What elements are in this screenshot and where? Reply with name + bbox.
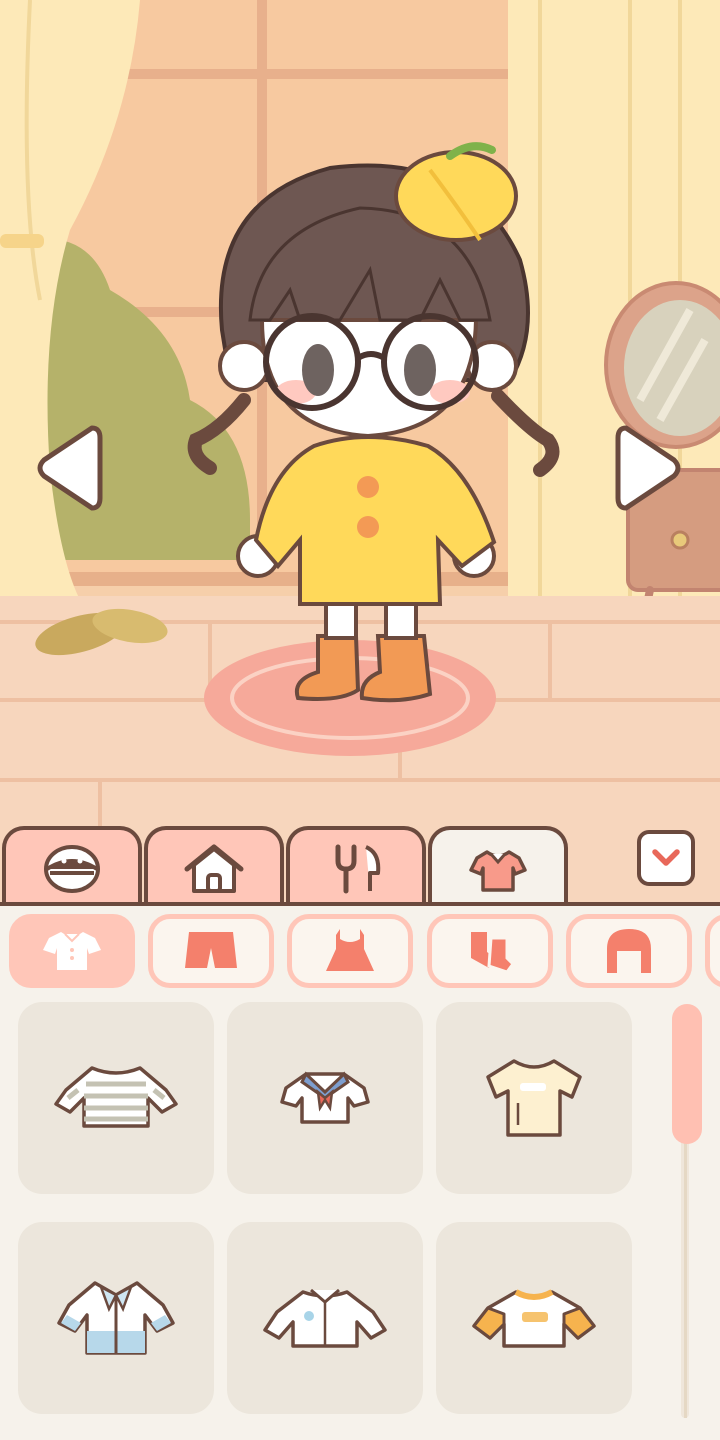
- subtab-shoes[interactable]: [427, 914, 553, 988]
- item-card-orange-sleeve-tee[interactable]: [436, 1222, 632, 1414]
- raglan-shirt-icon: [472, 1289, 596, 1348]
- category-tab-bar: [0, 822, 720, 910]
- item-card-blue-jacket[interactable]: [18, 1222, 214, 1414]
- clothing-subcategory-bar: [0, 914, 720, 990]
- next-outfit-button[interactable]: [614, 420, 684, 516]
- subtab-bottoms[interactable]: [148, 914, 274, 988]
- collapse-panel-button[interactable]: [637, 830, 695, 886]
- chevron-down-icon: [652, 849, 680, 866]
- sailor-shirt-icon: [280, 1071, 370, 1124]
- subtab-tops[interactable]: [9, 914, 135, 988]
- character-scene: [0, 0, 720, 905]
- item-card-striped-long-sleeve[interactable]: [18, 1002, 214, 1194]
- subtab-dresses[interactable]: [287, 914, 413, 988]
- collar-shirt-icon: [263, 1288, 387, 1348]
- dress-icon: [326, 929, 374, 971]
- tab-clothes[interactable]: [428, 826, 568, 910]
- item-card-white-shirt[interactable]: [227, 1222, 423, 1414]
- shorts-icon: [185, 932, 237, 968]
- house-icon: [184, 844, 244, 893]
- item-card-cream-tshirt[interactable]: [436, 1002, 632, 1194]
- tab-food[interactable]: [286, 826, 426, 908]
- tab-character[interactable]: [2, 826, 142, 908]
- arrow-right-icon: [615, 425, 681, 511]
- striped-shirt-icon: [54, 1066, 178, 1128]
- shirt-icon: [469, 850, 527, 892]
- tshirt-icon: [486, 1059, 582, 1137]
- shirt-icon: [43, 932, 101, 970]
- item-card-sailor-top[interactable]: [227, 1002, 423, 1194]
- room-background: [0, 0, 720, 905]
- jacket-icon: [57, 1281, 175, 1355]
- item-list-scroll-thumb[interactable]: [672, 1004, 702, 1144]
- arrow-left-icon: [37, 425, 103, 511]
- previous-outfit-button[interactable]: [34, 420, 104, 516]
- tab-room[interactable]: [144, 826, 284, 908]
- hair-icon: [607, 929, 651, 973]
- socks-icon: [471, 932, 515, 974]
- fork-knife-icon: [335, 844, 381, 894]
- subtab-more[interactable]: [705, 914, 720, 988]
- face-icon: [44, 845, 100, 893]
- dress-up-game: [0, 0, 720, 1440]
- wardrobe-panel: [0, 902, 720, 1440]
- subtab-hair[interactable]: [566, 914, 692, 988]
